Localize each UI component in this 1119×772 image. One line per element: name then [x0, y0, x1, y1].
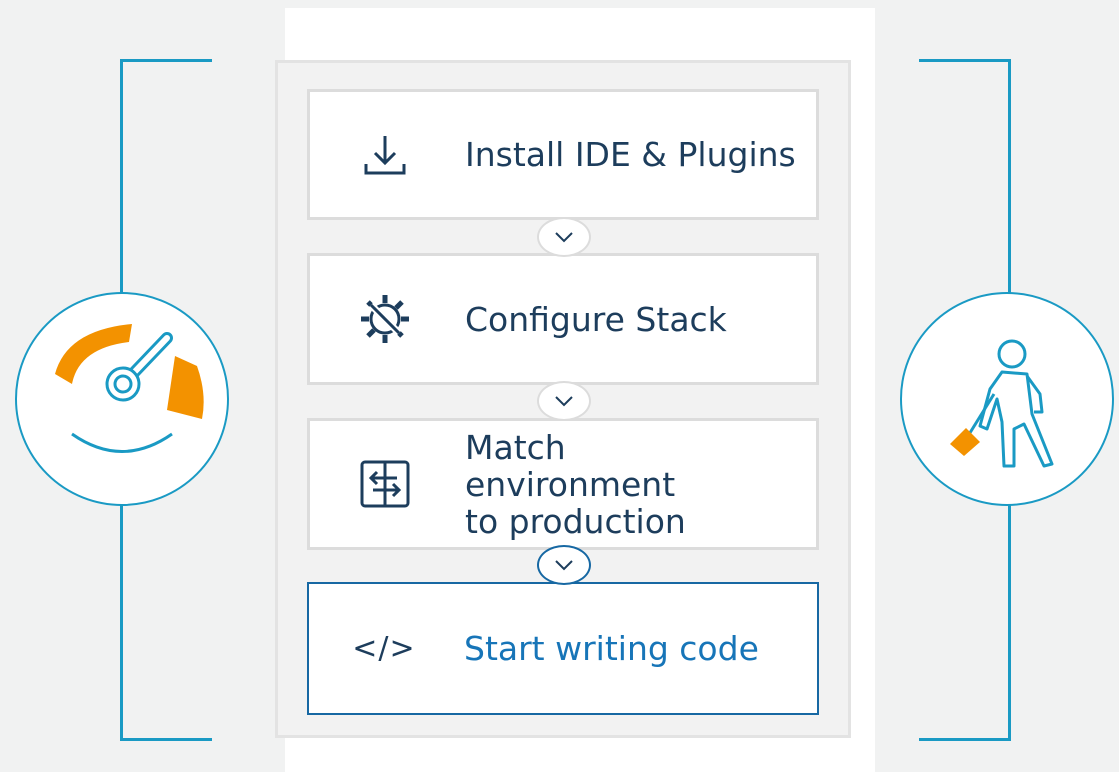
right-bracket-lower — [1008, 505, 1011, 741]
step-start-coding-label: Start writing code — [464, 629, 759, 668]
chevron-down-icon — [537, 545, 591, 585]
right-bracket-top — [919, 59, 1011, 62]
step-configure-label: Configure Stack — [465, 299, 727, 339]
speed-circle — [15, 292, 229, 506]
compare-arrows-icon — [350, 454, 420, 514]
left-bracket-upper — [120, 59, 123, 294]
code-icon: </> — [349, 619, 419, 679]
step-configure[interactable]: Configure Stack — [307, 253, 819, 385]
step-match[interactable]: Match environment to production — [307, 418, 819, 550]
left-bracket-lower — [120, 505, 123, 741]
left-bracket-bottom — [120, 738, 212, 741]
step-start-coding[interactable]: </> Start writing code — [307, 582, 819, 715]
step-match-label: Match environment to production — [465, 427, 686, 541]
left-bracket-top — [120, 59, 212, 62]
worker-circle — [900, 292, 1114, 506]
right-bracket-bottom — [919, 738, 1011, 741]
right-bracket-upper — [1008, 59, 1011, 294]
code-glyph: </> — [352, 631, 416, 666]
step-install[interactable]: Install IDE & Plugins — [307, 89, 819, 220]
step-install-label: Install IDE & Plugins — [465, 135, 796, 174]
gear-wrench-icon — [350, 289, 420, 349]
digging-worker-icon — [950, 339, 1054, 468]
chevron-down-icon — [537, 217, 591, 257]
chevron-down-icon — [537, 381, 591, 421]
speedometer-icon — [55, 324, 204, 453]
download-icon — [350, 125, 420, 185]
